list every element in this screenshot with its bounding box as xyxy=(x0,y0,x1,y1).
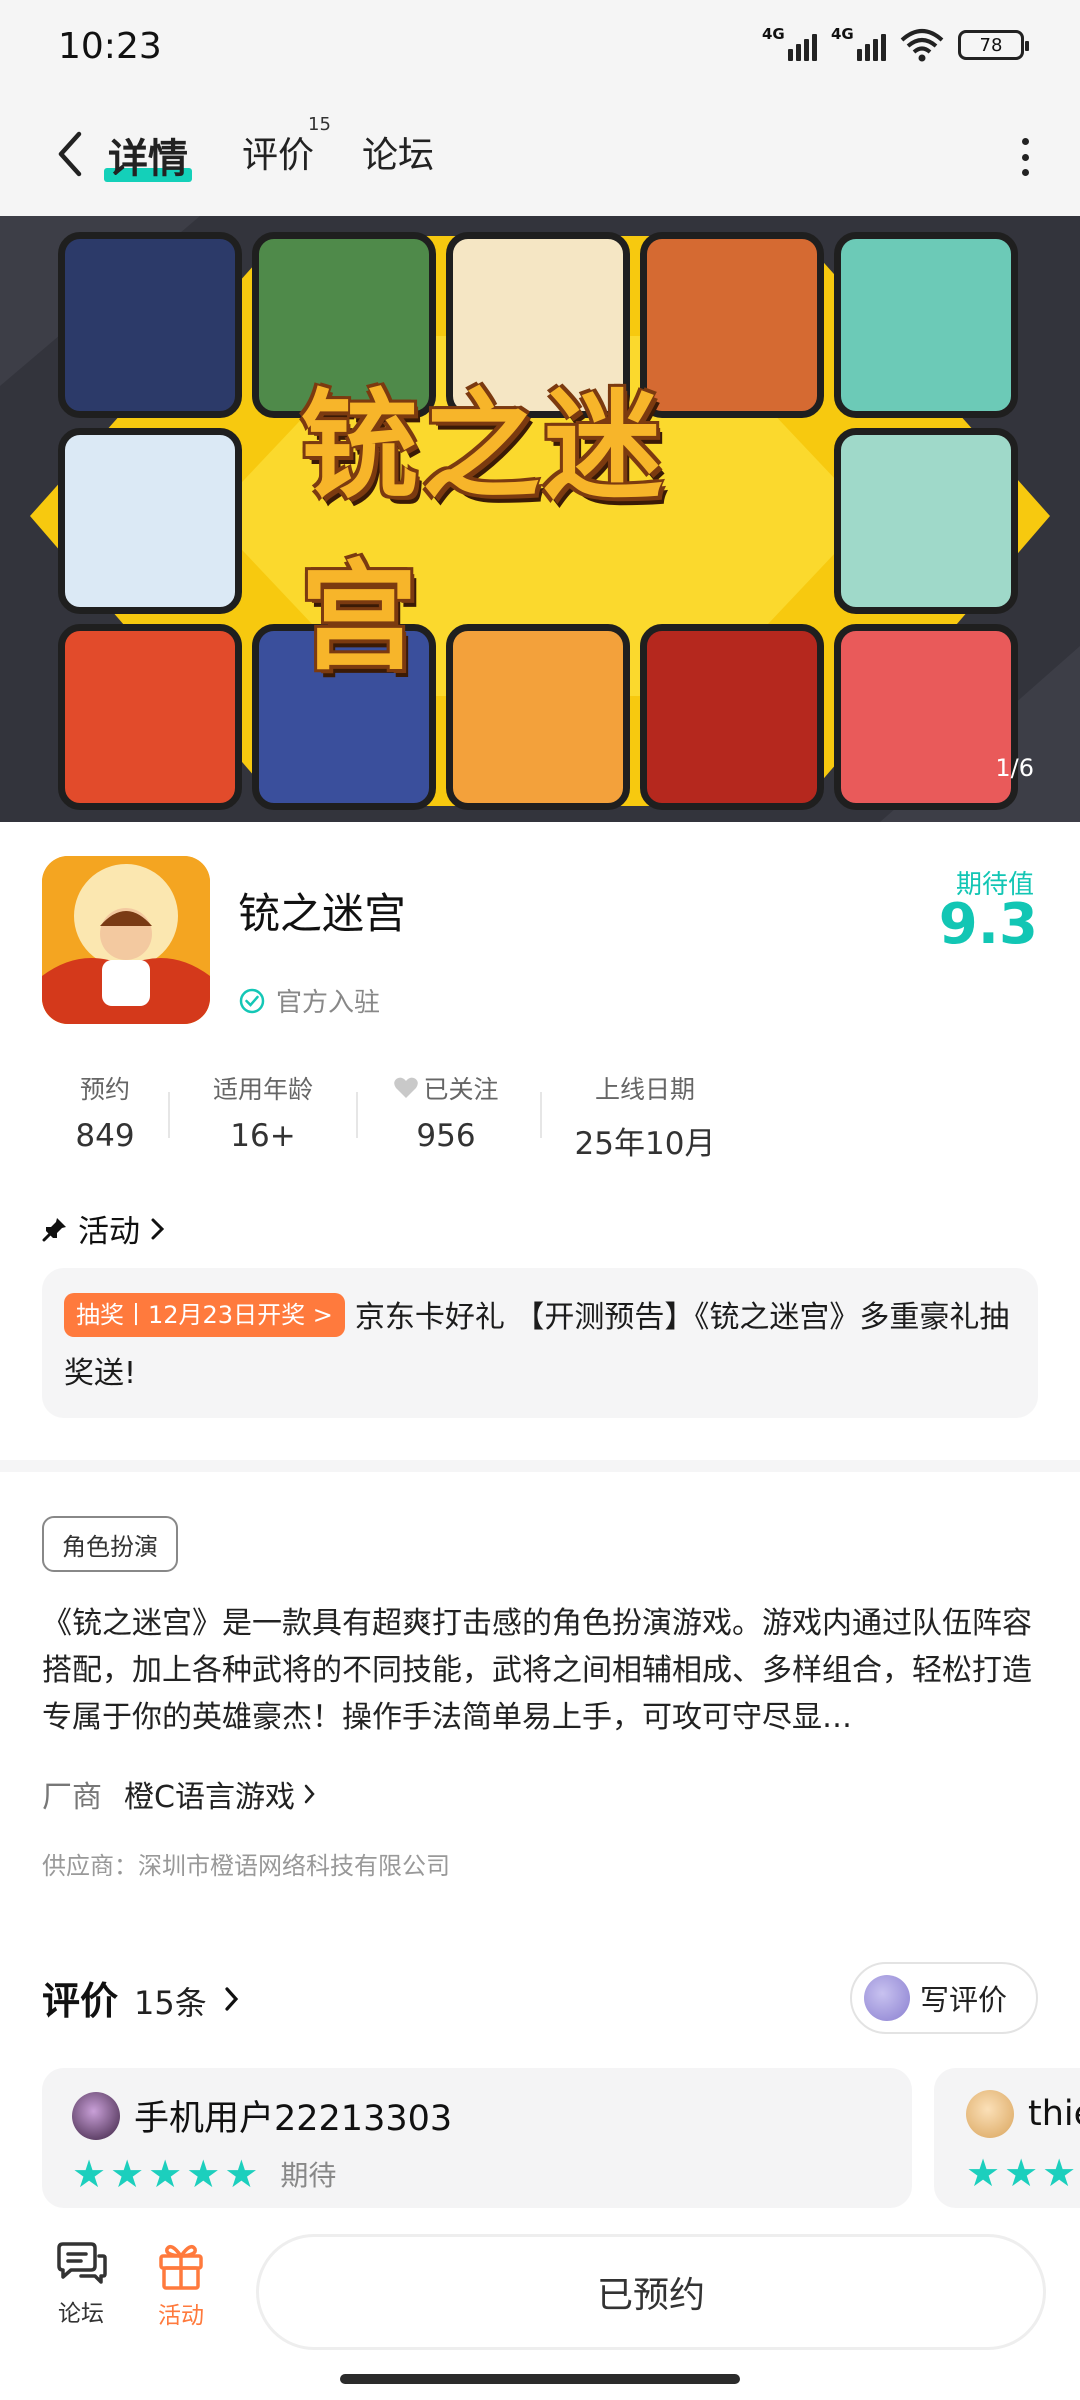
game-logo: 铳之迷宫 xyxy=(300,377,667,686)
reviewer-avatar xyxy=(966,2090,1014,2138)
official-badge: 官方入驻 xyxy=(238,982,380,1019)
back-button[interactable] xyxy=(40,124,100,184)
forum-chat-icon xyxy=(57,2242,107,2284)
stat-divider xyxy=(356,1092,358,1138)
star-icon: ★ xyxy=(72,2152,107,2196)
star-icon: ★ xyxy=(966,2151,1001,2195)
user-avatar xyxy=(864,1975,910,2021)
write-review-button[interactable]: 写评价 xyxy=(850,1962,1038,2034)
chevron-right-icon xyxy=(225,1987,238,2011)
header: 详情 评价 15 论坛 xyxy=(0,96,1080,216)
reviews-title: 评价 xyxy=(42,1979,119,2023)
review-count-badge: 15 xyxy=(308,114,331,135)
review-card[interactable]: thie ★ ★ ★ xyxy=(934,2068,1080,2208)
vendor-name: 橙C语言游戏 xyxy=(124,1780,295,1815)
section-divider xyxy=(0,1460,1080,1472)
pin-icon xyxy=(42,1217,66,1241)
character-tile xyxy=(58,428,242,614)
stat-divider xyxy=(540,1092,542,1138)
forum-button[interactable]: 论坛 xyxy=(36,2240,126,2328)
reviews-header[interactable]: 评价 15条 xyxy=(42,1970,241,2025)
star-icon: ★ xyxy=(148,2152,183,2196)
genre-tag[interactable]: 角色扮演 xyxy=(42,1516,178,1572)
reserved-button[interactable]: 已预约 xyxy=(256,2234,1046,2350)
verified-check-icon xyxy=(239,988,265,1013)
review-label: 期待 xyxy=(280,2159,337,2192)
star-icon: ★ xyxy=(110,2152,145,2196)
character-tile xyxy=(834,232,1018,418)
signal-icon: 4G xyxy=(762,25,817,61)
app-name: 铳之迷宫 xyxy=(238,889,407,938)
reviewer-avatar xyxy=(72,2091,120,2140)
chevron-left-icon xyxy=(58,131,82,177)
star-rating: ★ ★ ★ xyxy=(966,2154,1076,2192)
review-card[interactable]: 手机用户22213303 ★ ★ ★ ★ ★ 期待 xyxy=(42,2068,912,2208)
lottery-badge: 抽奖丨12月23日开奖 > xyxy=(64,1293,345,1337)
star-icon: ★ xyxy=(1042,2151,1077,2195)
more-dots-icon xyxy=(1021,138,1029,145)
character-tile xyxy=(834,428,1018,614)
tab-forum[interactable]: 论坛 xyxy=(362,126,434,178)
star-rating: ★ ★ ★ ★ ★ 期待 xyxy=(72,2154,336,2194)
bottom-action-bar: 论坛 活动 已预约 xyxy=(0,2210,1080,2400)
activity-card[interactable]: 抽奖丨12月23日开奖 > 京东卡好礼 【开测预告】《铳之迷宫》多重豪礼抽奖送! xyxy=(42,1268,1038,1418)
heart-icon xyxy=(394,1077,419,1098)
chevron-right-icon xyxy=(151,1218,165,1239)
home-indicator[interactable] xyxy=(340,2374,740,2384)
character-tile xyxy=(58,624,242,810)
activity-section-link[interactable]: 活动 xyxy=(42,1206,166,1251)
activity-button[interactable]: 活动 xyxy=(136,2240,226,2330)
expect-score: 9.3 xyxy=(938,892,1038,957)
character-tile xyxy=(834,624,1018,810)
star-icon: ★ xyxy=(224,2152,259,2196)
stat-followers[interactable]: 已关注 956 xyxy=(376,1070,516,1154)
game-description[interactable]: 《铳之迷宫》是一款具有超爽打击感的角色扮演游戏。游戏内通过队伍阵容搭配，加上各种… xyxy=(42,1600,1038,1741)
signal-icon: 4G xyxy=(831,25,886,61)
tab-review[interactable]: 评价 15 xyxy=(242,114,331,178)
stat-reservations: 预约 849 xyxy=(75,1075,135,1154)
star-icon: ★ xyxy=(1004,2151,1039,2195)
app-icon xyxy=(42,856,210,1024)
stat-divider xyxy=(168,1092,170,1138)
vendor-label: 厂商 xyxy=(42,1780,102,1815)
tab-detail[interactable]: 详情 xyxy=(104,126,192,184)
star-icon: ★ xyxy=(186,2152,221,2196)
wifi-icon xyxy=(900,29,944,62)
gift-icon xyxy=(159,2244,203,2290)
reviews-count: 15条 xyxy=(134,1984,207,2022)
app-icon-art xyxy=(42,856,210,1024)
stats-row: 预约 849 适用年龄 16+ 已关注 956 上线日期 25年10月 xyxy=(40,1070,740,1170)
banner-page-indicator: 1/6 xyxy=(995,754,1034,782)
stat-release-date: 上线日期 25年10月 xyxy=(574,1075,716,1162)
battery-icon: 78 xyxy=(958,30,1029,60)
status-bar: 10:23 4G 4G 78 xyxy=(0,0,1080,96)
reviewer-name: thie xyxy=(1028,2094,1080,2134)
reviewer-name: 手机用户22213303 xyxy=(134,2099,453,2139)
supplier-info: 供应商：深圳市橙语网络科技有限公司 xyxy=(42,1852,450,1880)
character-tile xyxy=(58,232,242,418)
vendor-row[interactable]: 厂商 橙C语言游戏 xyxy=(42,1772,317,1816)
more-options-button[interactable] xyxy=(1010,132,1040,182)
status-icons: 4G 4G 78 xyxy=(762,25,1029,62)
banner-carousel[interactable]: 铳之迷宫 1/6 xyxy=(0,216,1080,822)
chevron-right-icon xyxy=(304,1784,315,1804)
stat-age-rating: 适用年龄 16+ xyxy=(212,1075,313,1154)
status-time: 10:23 xyxy=(58,26,162,67)
